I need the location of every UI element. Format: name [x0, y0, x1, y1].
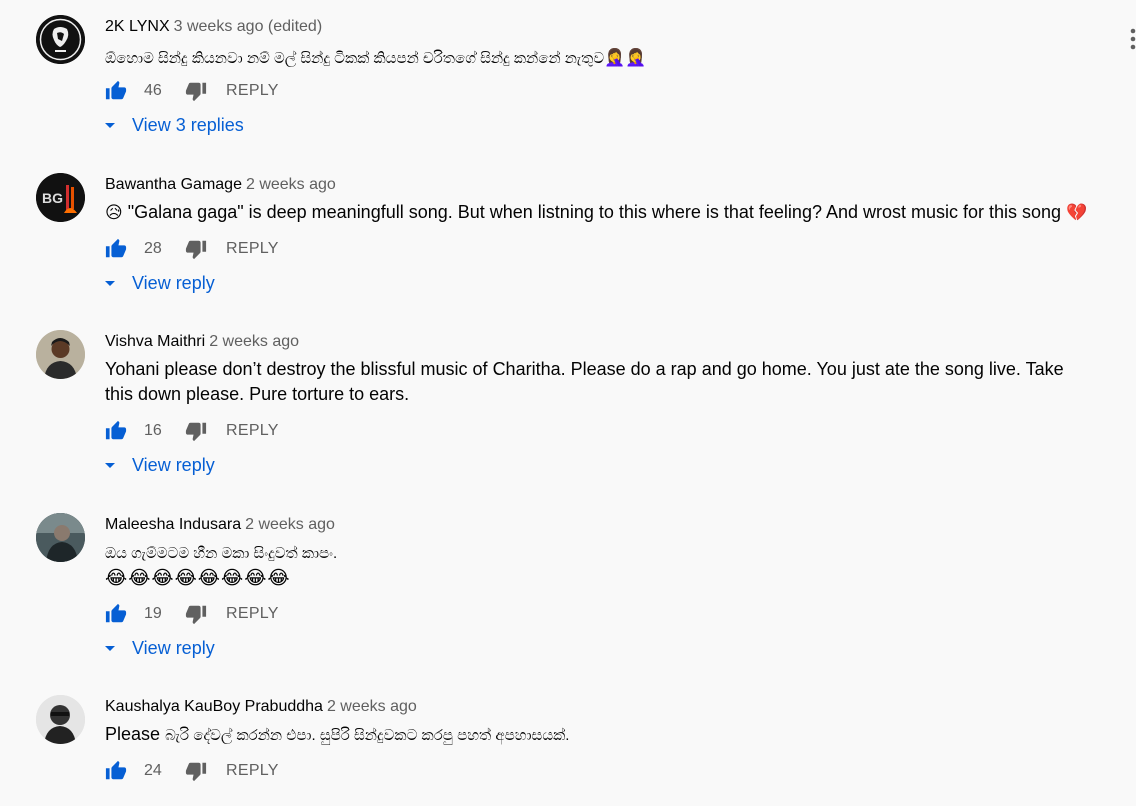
reply-button[interactable]: REPLY — [226, 605, 279, 623]
thumbs-up-icon[interactable] — [105, 603, 127, 625]
view-replies-button[interactable]: View reply — [103, 638, 215, 659]
author-name[interactable]: 2K LYNX — [105, 18, 170, 35]
thumbs-up-icon[interactable] — [105, 420, 127, 442]
caret-down-icon — [105, 280, 115, 286]
thumbs-up-icon[interactable] — [105, 238, 127, 260]
avatar[interactable] — [36, 513, 85, 562]
like-count: 19 — [144, 605, 162, 622]
like-count: 24 — [144, 762, 162, 779]
comment-text: Please බැරි දේවල් කරන්න එපා. සුපිරි සින්… — [105, 722, 1105, 748]
comment-header: Maleesha Indusara 2 weeks ago — [105, 515, 335, 535]
like-count: 16 — [144, 422, 162, 439]
thumbs-down-icon[interactable] — [185, 420, 207, 442]
comment-actions: 24 REPLY — [105, 759, 279, 783]
avatar[interactable] — [36, 15, 85, 64]
caret-down-icon — [105, 645, 115, 651]
like-count: 46 — [144, 82, 162, 99]
timestamp[interactable]: 2 weeks ago — [245, 516, 335, 533]
view-replies-label[interactable]: View 3 replies — [132, 115, 244, 136]
author-name[interactable]: Kaushalya KauBoy Prabuddha — [105, 698, 323, 715]
thumbs-down-icon[interactable] — [185, 80, 207, 102]
laughing-emoji-row: 😂😂😂😂😂😂😂😂 — [105, 568, 291, 589]
thumbs-down-icon[interactable] — [185, 603, 207, 625]
view-replies-label[interactable]: View reply — [132, 638, 215, 659]
comment-body: Yohani please don’t destroy the blissful… — [105, 359, 1064, 404]
comment-body: බැරි දේවල් කරන්න එපා. සුපිරි සින්දුවකට ක… — [165, 727, 570, 744]
thumbs-down-icon[interactable] — [185, 238, 207, 260]
timestamp[interactable]: 2 weeks ago — [327, 698, 417, 715]
view-replies-label[interactable]: View reply — [132, 273, 215, 294]
comment-actions: 19 REPLY — [105, 602, 279, 626]
thumbs-up-icon[interactable] — [105, 760, 127, 782]
like-count: 28 — [144, 240, 162, 257]
comment-body-lead: Please — [105, 724, 161, 744]
reply-button[interactable]: REPLY — [226, 240, 279, 258]
comment-actions: 16 REPLY — [105, 419, 279, 443]
comment-body: ඕහොම සින්දු කියනවා නම් මල් සින්දු ටිකක් … — [105, 50, 605, 67]
bg-logo-icon: BG — [36, 173, 85, 222]
person-photo-icon — [36, 330, 85, 379]
timestamp[interactable]: 2 weeks ago — [209, 333, 299, 350]
comment-actions: 28 REPLY — [105, 237, 279, 261]
comment-text: ඕහොම සින්දු කියනවා නම් මල් සින්දු ටිකක් … — [105, 45, 1105, 71]
facepalm-emoji: 🤦‍♀️🤦‍♀️ — [604, 48, 647, 67]
comment-text: 😥 "Galana gaga" is deep meaningfull song… — [105, 200, 1105, 225]
lion-logo-icon — [36, 15, 85, 64]
reply-button[interactable]: REPLY — [226, 422, 279, 440]
comment-header: Bawantha Gamage 2 weeks ago — [105, 175, 336, 195]
view-replies-button[interactable]: View reply — [103, 455, 215, 476]
comment-text: Yohani please don’t destroy the blissful… — [105, 357, 1095, 407]
comment-body: "Galana gaga" is deep meaningfull song. … — [127, 202, 1062, 222]
author-name[interactable]: Vishva Maithri — [105, 333, 205, 350]
thumbs-down-icon[interactable] — [185, 760, 207, 782]
comment-header: 2K LYNX 3 weeks ago (edited) — [105, 17, 322, 37]
sad-face-emoji: 😥 — [105, 203, 123, 222]
comment-header: Vishva Maithri 2 weeks ago — [105, 332, 299, 352]
reply-button[interactable]: REPLY — [226, 82, 279, 100]
author-name[interactable]: Maleesha Indusara — [105, 516, 241, 533]
reply-button[interactable]: REPLY — [226, 762, 279, 780]
avatar[interactable] — [36, 695, 85, 744]
comment-text: ඔය ගැම්මටම හීන මකා සිංදුවත් කාපං. 😂😂😂😂😂😂… — [105, 541, 1105, 591]
avatar[interactable]: BG — [36, 173, 85, 222]
caret-down-icon — [105, 122, 115, 128]
caret-down-icon — [105, 462, 115, 468]
timestamp[interactable]: 3 weeks ago (edited) — [174, 18, 323, 35]
person-photo-icon — [36, 695, 85, 744]
author-name[interactable]: Bawantha Gamage — [105, 176, 242, 193]
person-photo-icon — [36, 513, 85, 562]
view-replies-label[interactable]: View reply — [132, 455, 215, 476]
thumbs-up-icon[interactable] — [105, 80, 127, 102]
comment-header: Kaushalya KauBoy Prabuddha 2 weeks ago — [105, 697, 417, 717]
view-replies-button[interactable]: View reply — [103, 273, 215, 294]
svg-text:BG: BG — [42, 190, 63, 206]
avatar[interactable] — [36, 330, 85, 379]
broken-heart-emoji: 💔 — [1066, 203, 1088, 222]
comment-actions: 46 REPLY — [105, 79, 279, 103]
more-options-icon[interactable] — [1130, 28, 1136, 50]
comment-body: ඔය ගැම්මටම හීන මකා සිංදුවත් කාපං. — [105, 545, 338, 562]
timestamp[interactable]: 2 weeks ago — [246, 176, 336, 193]
view-replies-button[interactable]: View 3 replies — [103, 115, 244, 136]
